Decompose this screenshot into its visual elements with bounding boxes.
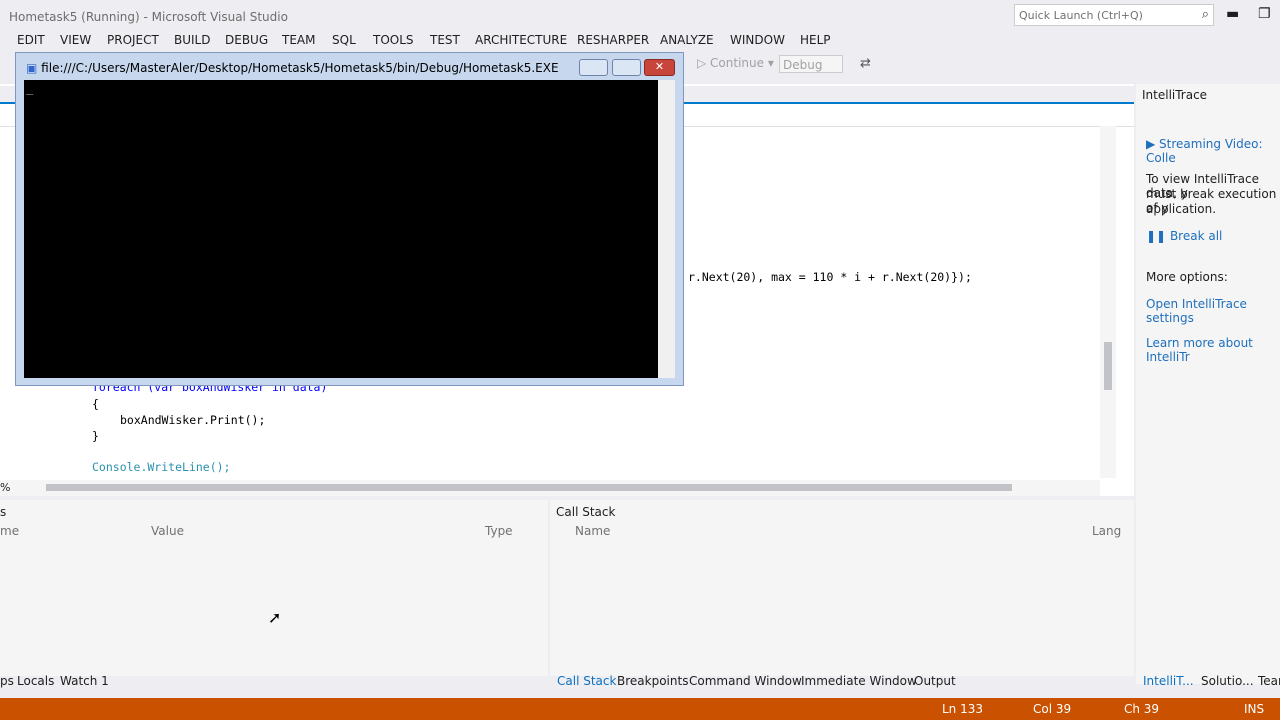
menu-debug[interactable]: DEBUG [225, 33, 268, 47]
menu-test[interactable]: TEST [430, 33, 460, 47]
code-print: boxAndWisker.Print(); [120, 413, 266, 427]
streaming-video-link[interactable]: ▶ Streaming Video: Colle [1146, 137, 1280, 165]
tab-team[interactable]: Tear [1258, 674, 1280, 688]
menu-edit[interactable]: EDIT [17, 33, 45, 47]
menu-bar: EDIT VIEW PROJECT BUILD DEBUG TEAM SQL T… [0, 30, 1280, 50]
tab-immediate-window[interactable]: Immediate Window [801, 674, 917, 688]
col-type[interactable]: Type [485, 524, 513, 538]
col-name[interactable]: me [0, 524, 19, 538]
callstack-header: Call Stack [556, 505, 616, 519]
editor-horizontal-scroll-thumb[interactable] [46, 484, 1012, 491]
break-all-link[interactable]: ❚❚ Break all [1146, 229, 1222, 243]
col-callstack-name[interactable]: Name [575, 524, 610, 538]
status-ch: Ch 39 [1124, 702, 1160, 716]
locals-header: s [0, 505, 7, 519]
menu-analyze[interactable]: ANALYZE [660, 33, 714, 47]
window-title: Hometask5 (Running) - Microsoft Visual S… [9, 10, 288, 24]
menu-help[interactable]: HELP [800, 33, 831, 47]
code-brace-close: } [92, 429, 99, 443]
tab-solution[interactable]: Solutio... [1201, 674, 1254, 688]
status-bar: Ln 133 Col 39 Ch 39 INS [0, 698, 1280, 720]
menu-window[interactable]: WINDOW [730, 33, 785, 47]
tab-autos[interactable]: ps [0, 674, 14, 688]
status-col: Col 39 [1033, 702, 1072, 716]
console-cursor: _ [26, 81, 34, 95]
config-dropdown[interactable]: Debug [779, 55, 843, 73]
console-close-button[interactable]: ✕ [644, 59, 675, 76]
tab-command-window[interactable]: Command Window [689, 674, 802, 688]
attach-icon[interactable]: ⇄ [860, 56, 871, 71]
menu-resharper[interactable]: RESHARPER [577, 33, 649, 47]
quick-launch-input[interactable]: Quick Launch (Ctrl+Q) ⌕ [1014, 4, 1214, 26]
tab-locals[interactable]: Locals [17, 674, 54, 688]
console-scrollbar[interactable] [658, 80, 675, 378]
menu-build[interactable]: BUILD [174, 33, 210, 47]
zoom-level[interactable]: % [0, 481, 10, 494]
open-settings-link[interactable]: Open IntelliTrace settings [1146, 297, 1280, 325]
editor-vertical-scrollbar[interactable] [1100, 126, 1116, 478]
menu-team[interactable]: TEAM [282, 33, 315, 47]
locals-panel [0, 500, 548, 676]
intellitrace-desc-3: application. [1146, 202, 1217, 216]
tab-breakpoints[interactable]: Breakpoints [617, 674, 688, 688]
status-line: Ln 133 [942, 702, 984, 716]
col-callstack-lang[interactable]: Lang [1092, 524, 1121, 538]
minimize-icon[interactable]: ▬ [1226, 6, 1239, 22]
tab-watch1[interactable]: Watch 1 [60, 674, 109, 688]
tab-output[interactable]: Output [914, 674, 956, 688]
search-icon: ⌕ [1201, 7, 1209, 22]
continue-button[interactable]: ▷ Continue ▾ [697, 56, 774, 70]
console-output[interactable]: _ [24, 80, 658, 378]
code-brace-open: { [92, 397, 99, 411]
editor-vertical-scroll-thumb[interactable] [1104, 342, 1112, 390]
console-minimize-button[interactable] [579, 59, 608, 76]
more-options-label: More options: [1146, 270, 1228, 284]
callstack-panel [550, 500, 1134, 676]
menu-architecture[interactable]: ARCHITECTURE [475, 33, 567, 47]
tab-intellitrace[interactable]: IntelliT... [1143, 674, 1194, 688]
menu-project[interactable]: PROJECT [107, 33, 159, 47]
intellitrace-title: IntelliTrace [1142, 88, 1208, 102]
mouse-pointer-icon: ➚ [268, 608, 282, 627]
tab-call-stack[interactable]: Call Stack [557, 674, 616, 688]
code-console-writeline: Console.WriteLine(); [92, 460, 231, 474]
col-value[interactable]: Value [151, 524, 184, 538]
restore-icon[interactable]: ❐ [1258, 6, 1271, 22]
menu-view[interactable]: VIEW [60, 33, 91, 47]
status-ins: INS [1244, 702, 1265, 716]
code-line: r.Next(20), max = 110 * i + r.Next(20)})… [688, 270, 972, 284]
quick-launch-placeholder: Quick Launch (Ctrl+Q) [1019, 9, 1143, 22]
continue-label: Continue [710, 56, 765, 70]
console-maximize-button[interactable] [612, 59, 641, 76]
console-title: ▣ file:///C:/Users/MasterAler/Desktop/Ho… [26, 61, 559, 75]
title-bar: Hometask5 (Running) - Microsoft Visual S… [0, 0, 1280, 30]
menu-sql[interactable]: SQL [332, 33, 356, 47]
config-label: Debug [783, 58, 823, 72]
menu-tools[interactable]: TOOLS [373, 33, 414, 47]
learn-more-link[interactable]: Learn more about IntelliTr [1146, 336, 1280, 364]
